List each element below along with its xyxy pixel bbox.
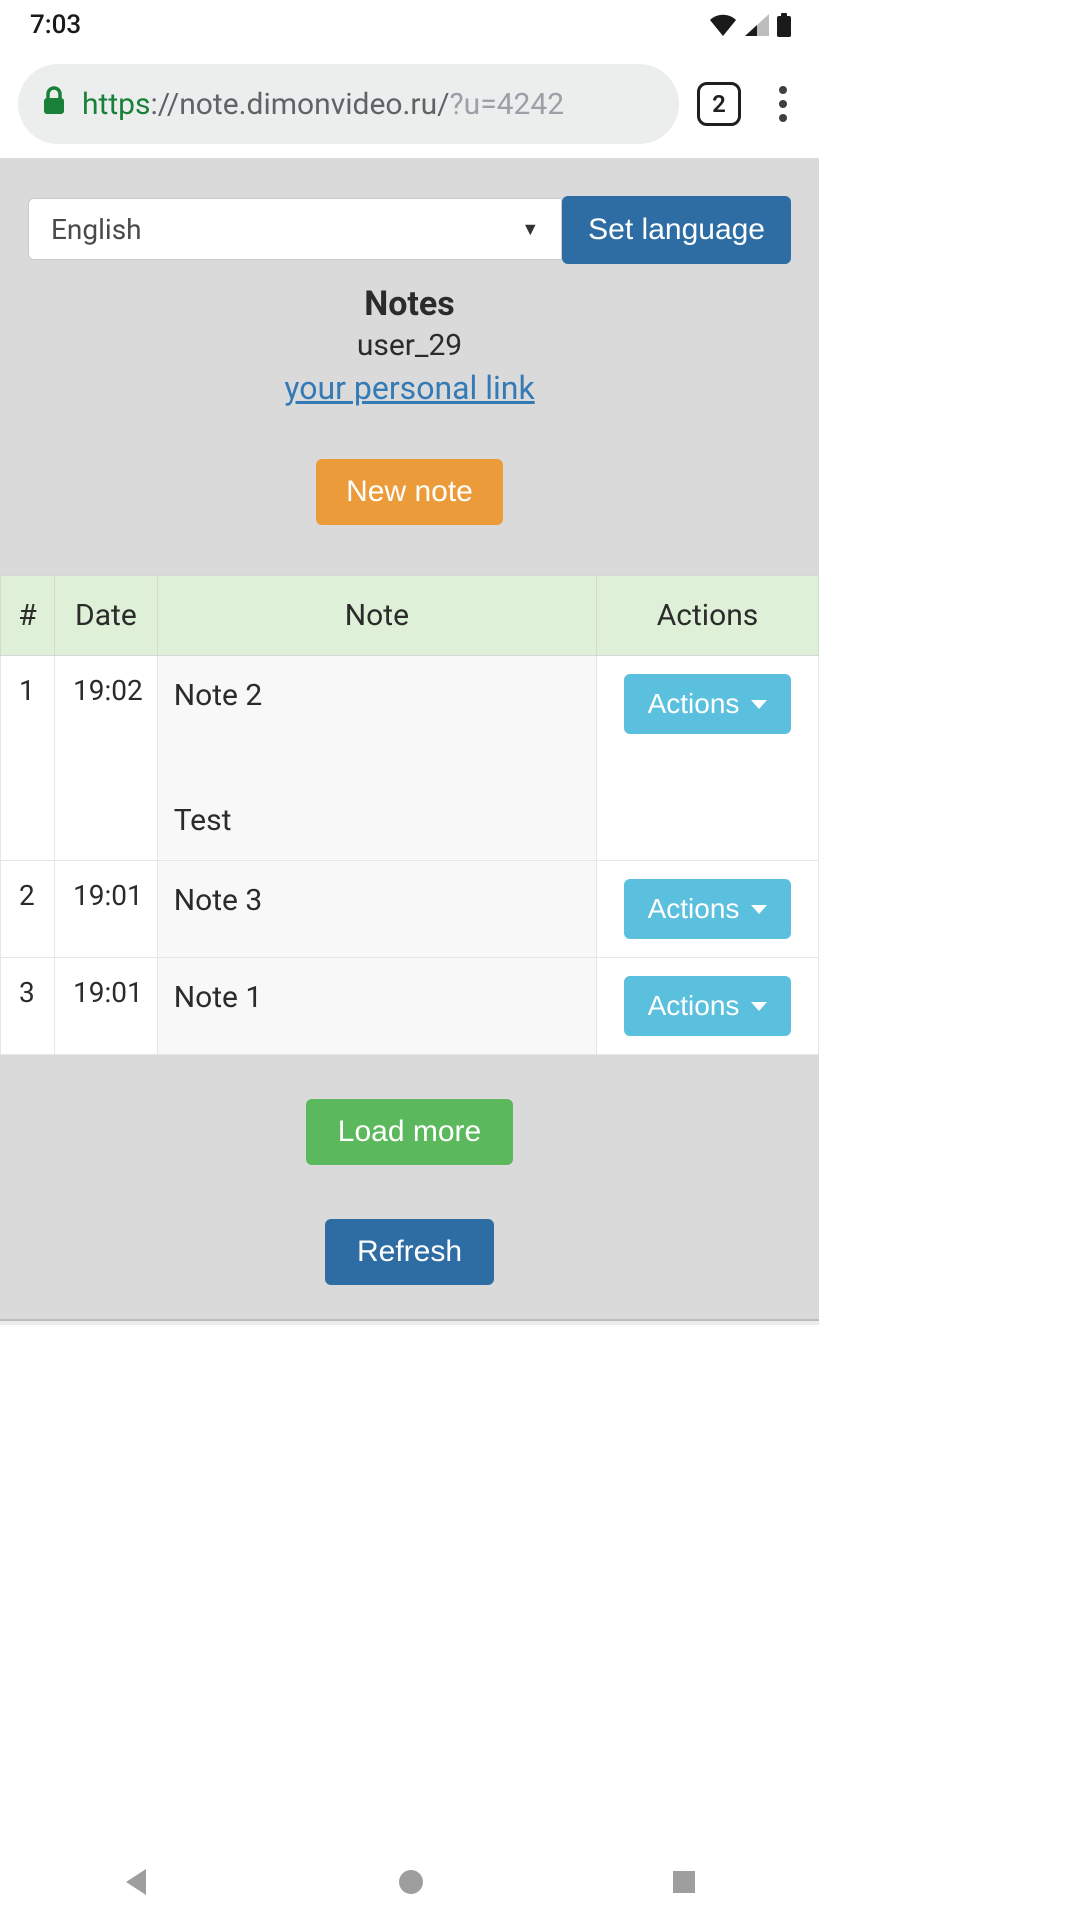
language-select[interactable]: English ▼: [28, 198, 562, 260]
refresh-button[interactable]: Refresh: [325, 1219, 494, 1285]
note-title: Note 2: [174, 678, 580, 713]
tab-switcher[interactable]: 2: [697, 82, 741, 126]
load-more-button[interactable]: Load more: [306, 1099, 513, 1165]
url-query: ?u=4242: [450, 87, 565, 122]
square-recents-icon: [671, 1869, 697, 1895]
set-language-label: Set language: [588, 213, 765, 247]
cell-note: Note 3: [157, 861, 596, 958]
android-nav-bar: [0, 1844, 819, 1920]
set-language-button[interactable]: Set language: [562, 196, 791, 264]
table-row: 319:01 Note 1 Actions: [1, 958, 819, 1055]
personal-link[interactable]: your personal link: [284, 369, 534, 407]
col-idx: #: [1, 576, 55, 656]
chevron-down-icon: [751, 905, 767, 914]
cell-idx: 1: [1, 656, 55, 861]
cell-actions: Actions: [597, 656, 819, 861]
chevron-down-icon: ▼: [521, 219, 539, 240]
url-bar[interactable]: https://note.dimonvideo.ru/?u=4242: [18, 64, 679, 144]
cell-actions: Actions: [597, 861, 819, 958]
cell-date: 19:01: [55, 958, 158, 1055]
cell-idx: 2: [1, 861, 55, 958]
table-header-row: # Date Note Actions: [1, 576, 819, 656]
row-actions-label: Actions: [648, 893, 740, 925]
cell-signal-icon: [745, 14, 769, 36]
browser-toolbar: https://note.dimonvideo.ru/?u=4242 2: [0, 50, 819, 158]
col-date: Date: [55, 576, 158, 656]
cell-note: Note 1: [157, 958, 596, 1055]
language-select-value: English: [51, 213, 142, 246]
recents-button[interactable]: [671, 1869, 697, 1895]
cell-date: 19:01: [55, 861, 158, 958]
row-actions-button[interactable]: Actions: [624, 976, 792, 1036]
home-button[interactable]: [396, 1867, 426, 1897]
tab-count: 2: [712, 90, 726, 118]
cell-note: Note 2 Test: [157, 656, 596, 861]
language-row: English ▼ Set language: [0, 198, 819, 264]
triangle-back-icon: [122, 1867, 152, 1897]
page-header: Notes user_29 your personal link: [0, 284, 819, 407]
table-row: 219:01 Note 3 Actions: [1, 861, 819, 958]
status-icons: [709, 13, 791, 37]
more-vert-icon: [779, 86, 787, 94]
col-actions: Actions: [597, 576, 819, 656]
chevron-down-icon: [751, 700, 767, 709]
browser-menu-button[interactable]: [759, 83, 807, 125]
page-content: English ▼ Set language Notes user_29 you…: [0, 158, 819, 1325]
cell-idx: 3: [1, 958, 55, 1055]
row-actions-label: Actions: [648, 990, 740, 1022]
note-title: Note 3: [174, 883, 580, 918]
lock-icon: [42, 86, 66, 122]
new-note-label: New note: [346, 475, 473, 508]
note-title: Note 1: [174, 980, 580, 1015]
url-text: https://note.dimonvideo.ru/?u=4242: [82, 87, 564, 122]
table-row: 119:02 Note 2 Test Actions: [1, 656, 819, 861]
row-actions-button[interactable]: Actions: [624, 674, 792, 734]
col-note: Note: [157, 576, 596, 656]
chevron-down-icon: [751, 1002, 767, 1011]
cell-actions: Actions: [597, 958, 819, 1055]
page-title: Notes: [0, 284, 819, 324]
note-body: Test: [174, 803, 580, 838]
new-note-button[interactable]: New note: [316, 459, 503, 525]
back-button[interactable]: [122, 1867, 152, 1897]
notes-table: # Date Note Actions 119:02Note 2TestActi…: [0, 575, 819, 1055]
load-more-label: Load more: [338, 1115, 481, 1148]
wifi-icon: [709, 14, 737, 36]
username: user_29: [0, 328, 819, 363]
more-vert-icon: [779, 114, 787, 122]
clock: 7:03: [30, 10, 81, 40]
refresh-label: Refresh: [357, 1235, 462, 1268]
circle-home-icon: [396, 1867, 426, 1897]
row-actions-label: Actions: [648, 688, 740, 720]
cell-date: 19:02: [55, 656, 158, 861]
more-vert-icon: [779, 100, 787, 108]
row-actions-button[interactable]: Actions: [624, 879, 792, 939]
url-scheme: https: [82, 87, 150, 122]
url-domain: ://note.dimonvideo.ru/: [150, 87, 449, 122]
android-status-bar: 7:03: [0, 0, 819, 50]
battery-icon: [777, 13, 791, 37]
